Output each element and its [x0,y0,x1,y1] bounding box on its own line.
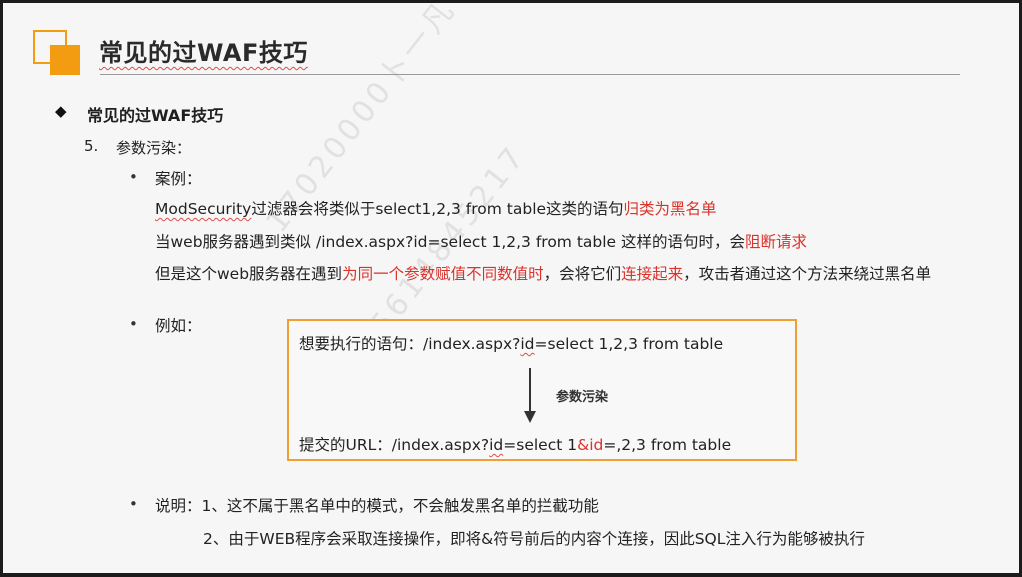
case-line-2: 当web服务器遇到类似 /index.aspx?id=select 1,2,3 … [155,230,807,252]
case-line-3-highlight-1: 为同一个参数赋值不同数值时 [342,265,544,283]
case-line-1-body: 过滤器会将类似于select1,2,3 from table这类的语句 [251,200,624,218]
case-line-2-body: 当web服务器遇到类似 /index.aspx?id=select 1,2,3 … [155,233,746,251]
box-line-1-start: 想要执行的语句：/index.aspx? [299,335,521,353]
case-line-3-end: ，攻击者通过这个方法来绕过黑名单 [683,265,932,283]
dot-bullet-icon: • [129,495,138,513]
case-line-3-middle: ，会将它们 [543,265,622,283]
section-heading: 常见的过WAF技巧 [87,106,224,125]
item-number: 5. [84,137,99,155]
item-label: 参数污染： [116,139,192,157]
box-line-1-id: id [520,335,535,353]
modsecurity-text: ModSecurity [155,200,252,218]
box-line-2-end: =,2,3 from table [603,436,732,454]
example-label: 例如： [155,317,202,335]
slide: 常见的过WAF技巧 17020000卜一凡 +8615614845217 ◆ 常… [3,3,1019,573]
dot-bullet-icon: • [129,315,138,333]
note-line-2: 2、由于WEB程序会采取连接操作，即将&符号前后的内容个连接，因此SQL注入行为… [203,530,865,548]
box-line-2: 提交的URL：/index.aspx?id=select 1&id=,2,3 f… [299,433,731,455]
arrow-label: 参数污染 [556,390,609,405]
diamond-bullet-icon: ◆ [55,102,67,120]
case-line-2-highlight: 阻断请求 [745,233,808,251]
box-line-2-highlight: &id [577,436,604,454]
case-line-1: ModSecurity过滤器会将类似于select1,2,3 from tabl… [155,197,717,219]
down-arrow-icon [529,368,531,414]
box-line-2-id: id [489,436,504,454]
box-line-2-mid: =select 1 [503,436,578,454]
case-line-3-highlight-2: 连接起来 [621,265,684,283]
box-line-1: 想要执行的语句：/index.aspx?id=select 1,2,3 from… [299,332,723,354]
slide-title: 常见的过WAF技巧 [99,39,308,67]
box-line-2-start: 提交的URL：/index.aspx? [299,436,490,454]
case-line-1-highlight: 归类为黑名单 [623,200,717,218]
dot-bullet-icon: • [129,168,138,186]
title-divider [100,74,960,75]
box-line-1-end: =select 1,2,3 from table [534,335,724,353]
case-line-3: 但是这个web服务器在遇到为同一个参数赋值不同数值时，会将它们连接起来，攻击者通… [155,262,931,284]
arrow-head-icon [524,411,536,423]
case-line-3-start: 但是这个web服务器在遇到 [155,265,343,283]
note-line-1: 说明：1、这不属于黑名单中的模式，不会触发黑名单的拦截功能 [155,497,599,515]
case-label: 案例： [155,170,202,188]
logo-filled-square [50,45,80,75]
